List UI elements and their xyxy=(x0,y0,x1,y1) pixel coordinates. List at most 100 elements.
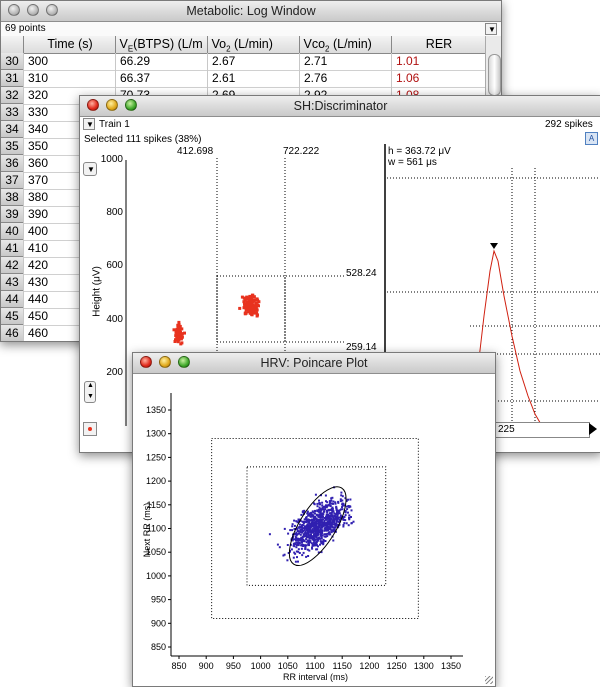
rr-point xyxy=(313,537,316,540)
hrv-resize-grip[interactable] xyxy=(485,676,493,684)
row-number[interactable]: 42 xyxy=(1,257,24,274)
cell-divider xyxy=(391,53,392,70)
cell-divider xyxy=(23,104,24,121)
rr-point xyxy=(306,531,309,533)
rr-point xyxy=(342,518,345,521)
table-cell-ve: 66.29 xyxy=(120,54,151,68)
rr-point xyxy=(297,560,299,563)
rr-point xyxy=(311,538,314,541)
poincare-plot[interactable]: 850 900 950 1000 1050 1100 1150 1200 1250 1300 135… xyxy=(133,353,495,686)
rr-point xyxy=(298,552,301,554)
table-row[interactable]: 31 310 66.37 2.61 2.76 1.06 xyxy=(1,70,485,88)
row-number[interactable]: 34 xyxy=(1,121,24,138)
spike-dot xyxy=(248,311,252,315)
rr-point xyxy=(297,530,300,533)
row-number[interactable]: 33 xyxy=(1,104,24,121)
rr-point xyxy=(306,532,309,535)
column-header-time[interactable]: Time (s) xyxy=(23,36,116,53)
rr-point xyxy=(291,523,294,526)
rr-point xyxy=(306,548,309,551)
rr-point xyxy=(345,505,348,508)
window-title: Metabolic: Log Window xyxy=(186,4,316,18)
rr-point xyxy=(350,522,353,525)
rr-point xyxy=(302,530,304,533)
rr-point xyxy=(295,550,298,553)
y-tick-label: 1300 xyxy=(146,429,166,439)
close-button[interactable] xyxy=(8,4,20,16)
rr-point xyxy=(293,519,296,522)
row-number[interactable]: 37 xyxy=(1,172,24,189)
rr-point xyxy=(330,515,333,518)
x-tick-label: 1200 xyxy=(359,661,379,671)
rr-point xyxy=(324,506,327,509)
rr-point xyxy=(344,509,347,512)
table-cell-time: 310 xyxy=(28,71,49,85)
y-tick-label: 1350 xyxy=(146,405,166,415)
rr-point xyxy=(326,511,329,513)
row-number[interactable]: 38 xyxy=(1,189,24,206)
rr-point xyxy=(305,525,308,528)
row-number[interactable]: 41 xyxy=(1,240,24,257)
rr-point xyxy=(301,554,304,557)
points-bar: 69 points ▼ xyxy=(1,22,501,37)
log-scroll-thumb[interactable] xyxy=(488,54,501,96)
table-row[interactable]: 30 300 66.29 2.67 2.71 1.01 xyxy=(1,53,485,71)
rr-point xyxy=(305,555,308,558)
y-tick-label: 950 xyxy=(151,595,166,605)
rr-point xyxy=(350,516,352,518)
zoom-button[interactable] xyxy=(46,4,58,16)
rr-point xyxy=(325,533,328,536)
row-number[interactable]: 32 xyxy=(1,87,24,104)
minimize-button[interactable] xyxy=(27,4,39,16)
w-readout: w = 561 μs xyxy=(388,157,437,168)
column-header-vco2[interactable]: Vco2 (L/min) xyxy=(299,36,392,54)
log-window-titlebar[interactable]: Metabolic: Log Window xyxy=(1,1,501,22)
row-number[interactable]: 30 xyxy=(1,53,24,70)
x-tick-label: 1300 xyxy=(414,661,434,671)
column-header-vo2[interactable]: Vo2 (L/min) xyxy=(207,36,300,54)
rr-point xyxy=(323,520,326,522)
play-icon[interactable] xyxy=(589,423,597,435)
rr-point xyxy=(307,555,310,557)
spike-dot xyxy=(243,311,247,315)
rr-point xyxy=(287,532,290,535)
rr-point xyxy=(325,513,328,516)
rr-point xyxy=(317,510,320,513)
rr-point xyxy=(328,533,331,536)
spike-dot xyxy=(249,306,253,310)
row-number[interactable]: 46 xyxy=(1,325,24,341)
column-header-rer[interactable]: RER xyxy=(391,36,487,53)
rr-point xyxy=(299,533,302,536)
rr-point xyxy=(304,547,307,549)
rr-point xyxy=(328,531,331,534)
rr-point xyxy=(334,524,337,527)
spike-dot xyxy=(242,296,246,300)
row-number[interactable]: 43 xyxy=(1,274,24,291)
row-number[interactable]: 40 xyxy=(1,223,24,240)
spike-dot xyxy=(175,335,179,339)
rr-point xyxy=(298,541,301,544)
spike-dot xyxy=(252,305,256,309)
rr-point xyxy=(322,538,325,541)
rr-point xyxy=(330,522,333,525)
row-number[interactable]: 35 xyxy=(1,138,24,155)
rr-point xyxy=(324,494,327,497)
rr-point xyxy=(291,525,294,528)
row-number[interactable]: 39 xyxy=(1,206,24,223)
row-number[interactable]: 36 xyxy=(1,155,24,172)
rr-point xyxy=(289,529,292,532)
rr-point xyxy=(329,524,332,527)
value-field[interactable]: 225 xyxy=(494,422,590,438)
rr-point xyxy=(317,519,320,522)
cell-divider xyxy=(23,155,24,172)
cell-divider xyxy=(23,308,24,325)
row-number[interactable]: 31 xyxy=(1,70,24,87)
row-number[interactable]: 45 xyxy=(1,308,24,325)
row-number[interactable]: 44 xyxy=(1,291,24,308)
rr-point xyxy=(323,510,326,513)
column-header-ve[interactable]: VE(BTPS) (L/m xyxy=(115,36,208,53)
points-dropdown-button[interactable]: ▼ xyxy=(485,23,497,35)
rr-point xyxy=(294,560,297,563)
rr-point xyxy=(331,526,334,529)
rr-point xyxy=(308,534,311,537)
